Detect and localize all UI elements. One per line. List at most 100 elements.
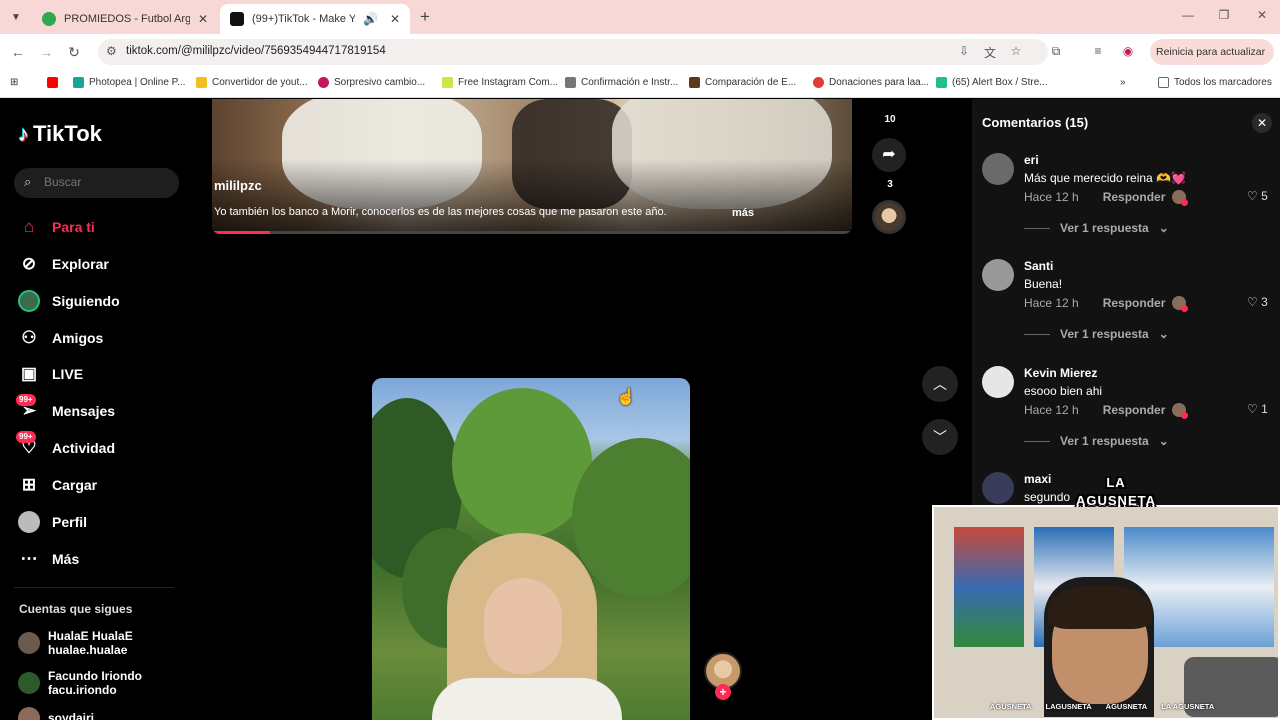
following-avatar-icon: [18, 290, 40, 312]
tab-promiedos[interactable]: PROMIEDOS - Futbol Argentino ✕: [32, 4, 218, 34]
bookmark-free-instagram[interactable]: Free Instagram Com...: [442, 77, 558, 88]
translate-icon[interactable]: 文: [982, 44, 998, 61]
search-bar[interactable]: ⌕: [14, 168, 179, 198]
close-tab-icon[interactable]: ✕: [390, 12, 400, 26]
like-count: 1: [1261, 402, 1268, 416]
back-arrow-icon[interactable]: ←: [8, 42, 28, 62]
menu-label: Amigos: [52, 330, 104, 346]
follow-plus-icon[interactable]: +: [715, 684, 731, 700]
avatar[interactable]: [982, 366, 1014, 398]
all-bookmarks[interactable]: Todos los marcadores: [1158, 77, 1272, 88]
bookmark-donaciones[interactable]: Donaciones para laa...: [813, 77, 929, 88]
reply-button[interactable]: Responder: [1103, 403, 1166, 417]
next-video-button[interactable]: ﹀: [922, 419, 958, 455]
like-count: 5: [1261, 189, 1268, 203]
menu-label: Para ti: [52, 219, 95, 235]
menu-item-explorar[interactable]: ⊘ Explorar: [18, 251, 109, 277]
menu-label: LIVE: [52, 366, 84, 382]
view-replies-button[interactable]: Ver 1 respuesta ⌄: [1024, 434, 1169, 448]
menu-label: Actividad: [52, 440, 116, 456]
install-app-icon[interactable]: ⇩: [956, 44, 972, 58]
comment-user[interactable]: maxi: [1024, 472, 1051, 486]
comment-like[interactable]: ♡ 5: [1247, 189, 1268, 203]
messages-icon: ➢ 99+: [16, 394, 40, 422]
following-account[interactable]: Facundo Iriondo facu.iriondo: [18, 669, 142, 697]
window-close-icon[interactable]: ✕: [1252, 8, 1272, 22]
all-bookmarks-label: Todos los marcadores: [1174, 77, 1272, 88]
search-input[interactable]: [44, 175, 164, 189]
comment-like[interactable]: ♡ 1: [1247, 402, 1268, 416]
comment-user[interactable]: Santi: [1024, 259, 1053, 273]
menu-item-amigos[interactable]: ⚇ Amigos: [18, 325, 103, 351]
bookmark-star-icon[interactable]: ☆: [1008, 44, 1024, 58]
tab-tiktok[interactable]: (99+)TikTok - Make Your Da 🔊 ✕: [220, 4, 410, 34]
url-text[interactable]: tiktok.com/@mililpzc/video/7569354944717…: [126, 45, 386, 57]
apps-grid-icon[interactable]: ⊞: [10, 77, 18, 88]
activity-icon: ♡ 99+: [16, 431, 40, 459]
more-bookmarks-chevron-icon[interactable]: »: [1120, 77, 1126, 88]
menu-item-cargar[interactable]: ⊞ Cargar: [18, 472, 97, 498]
avatar[interactable]: [982, 472, 1014, 504]
menu-item-mensajes[interactable]: ➢ 99+ Mensajes: [16, 394, 115, 424]
profile-avatar-icon[interactable]: ◉: [1120, 44, 1136, 58]
bookmark-sorpresivo[interactable]: Sorpresivo cambio...: [318, 77, 425, 88]
extensions-icon[interactable]: ⧉: [1048, 44, 1064, 59]
update-button[interactable]: Reinicia para actualizar ⋮: [1150, 39, 1274, 84]
video-author[interactable]: mililpzc: [214, 178, 262, 193]
previous-video-button[interactable]: ︿: [922, 366, 958, 402]
reply-button[interactable]: Responder: [1103, 190, 1166, 204]
video-more-link[interactable]: más: [732, 207, 754, 219]
video-player-previous[interactable]: mililpzc Yo también los banco a Morir, c…: [212, 99, 852, 234]
bookmark-alert-box[interactable]: (65) Alert Box / Stre...: [936, 77, 1048, 88]
account-handle: hualae.hualae: [48, 643, 128, 657]
menu-item-actividad[interactable]: ♡ 99+ Actividad: [16, 431, 116, 461]
menu-item-siguiendo[interactable]: Siguiendo: [18, 288, 120, 314]
minimize-icon[interactable]: —: [1178, 8, 1198, 22]
avatar[interactable]: [982, 259, 1014, 291]
compass-icon: ⊘: [21, 254, 37, 273]
friends-icon: ⚇: [21, 328, 37, 347]
video-progress-bar[interactable]: [212, 231, 852, 234]
bookmark-convertidor[interactable]: Convertidor de yout...: [196, 77, 308, 88]
reply-button[interactable]: Responder: [1103, 296, 1166, 310]
tab-search-chevron-icon[interactable]: ▼: [6, 8, 26, 28]
comment-user[interactable]: Kevin Mierez: [1024, 366, 1097, 380]
address-bar[interactable]: ⚙ tiktok.com/@mililpzc/video/75693549447…: [98, 39, 1048, 65]
media-controls-icon[interactable]: ≡: [1090, 44, 1106, 58]
menu-item-live[interactable]: ▣ LIVE: [18, 361, 83, 387]
comment-user[interactable]: eri: [1024, 153, 1039, 167]
menu-item-perfil[interactable]: Perfil: [18, 509, 87, 535]
bookmark-photopea[interactable]: Photopea | Online P...: [73, 77, 185, 88]
new-tab-button[interactable]: +: [416, 8, 434, 26]
logo-text: TikTok: [33, 121, 102, 146]
menu-item-para-ti[interactable]: ⌂ Para ti: [18, 214, 95, 240]
creator-liked-icon: [1172, 403, 1188, 419]
bookmark-confirmacion[interactable]: Confirmación e Instr...: [565, 77, 678, 88]
forward-arrow-icon[interactable]: →: [36, 42, 56, 62]
avatar: [18, 632, 40, 654]
following-account[interactable]: HualaE HualaE hualae.hualae: [18, 629, 133, 657]
following-account[interactable]: soydairi: [18, 707, 94, 720]
account-name: Facundo Iriondo: [48, 669, 142, 683]
tiktok-logo[interactable]: ♪ TikTok: [18, 121, 102, 147]
social-handles: AGUSNETA LAGUSNETA AGUSNETA LA AGUSNETA: [934, 695, 1278, 717]
youtube-bookmark-icon[interactable]: [47, 77, 58, 88]
view-replies-button[interactable]: Ver 1 respuesta ⌄: [1024, 221, 1169, 235]
comment-time: Hace 12 h: [1024, 296, 1079, 310]
avatar[interactable]: [982, 153, 1014, 185]
share-icon[interactable]: ➦: [872, 138, 906, 172]
video-player-current[interactable]: [372, 378, 690, 720]
restore-icon[interactable]: ❐: [1214, 8, 1234, 22]
sound-disc-icon[interactable]: [872, 200, 906, 234]
comment-like[interactable]: ♡ 3: [1247, 295, 1268, 309]
bookmark-label: Free Instagram Com...: [458, 77, 559, 88]
menu-item-mas[interactable]: ⋯ Más: [18, 546, 80, 572]
close-comments-icon[interactable]: ✕: [1252, 113, 1272, 133]
close-tab-icon[interactable]: ✕: [198, 12, 208, 26]
reload-icon[interactable]: ↻: [64, 42, 84, 62]
site-info-icon[interactable]: ⚙: [106, 44, 117, 58]
speaker-icon[interactable]: 🔊: [363, 12, 378, 26]
heart-icon: ♡: [1247, 189, 1258, 203]
view-replies-button[interactable]: Ver 1 respuesta ⌄: [1024, 327, 1169, 341]
bookmark-comparacion[interactable]: Comparación de E...: [689, 77, 796, 88]
